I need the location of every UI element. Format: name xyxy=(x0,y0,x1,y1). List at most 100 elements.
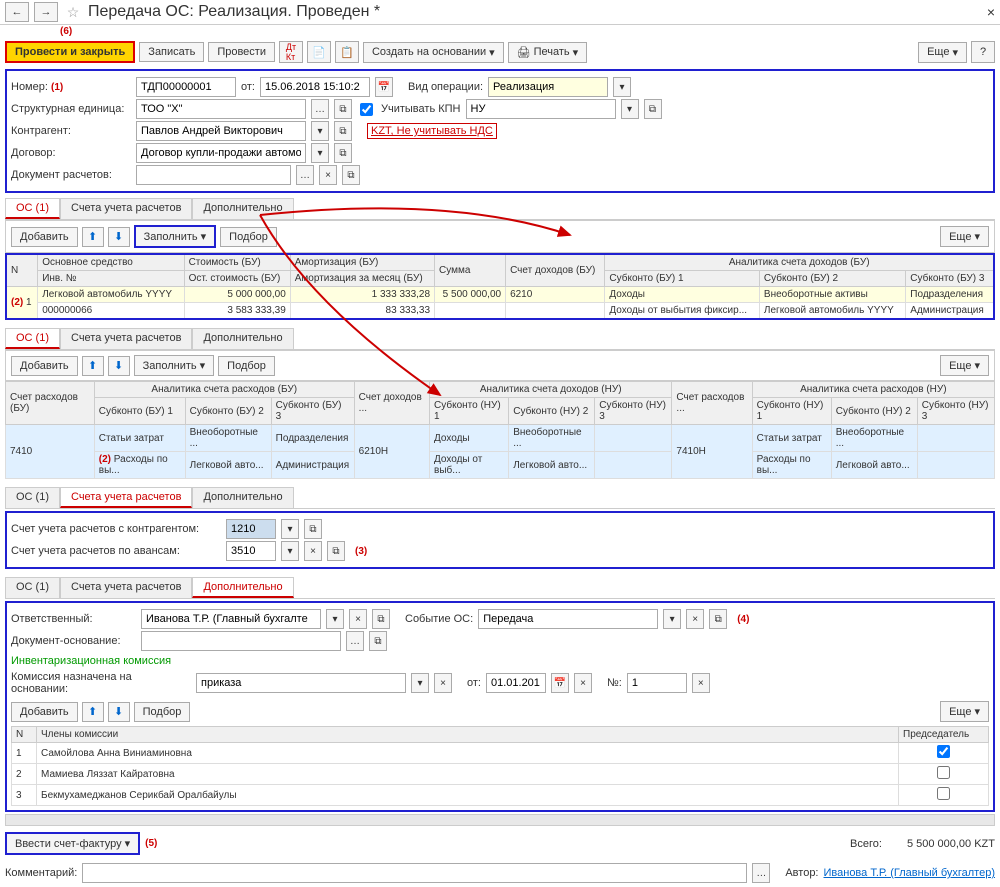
acc-contr-input[interactable] xyxy=(226,519,276,539)
chair-checkbox-3[interactable] xyxy=(937,787,950,800)
counterparty-open[interactable]: ⧉ xyxy=(334,121,352,141)
doc-base-input[interactable] xyxy=(141,631,341,651)
acc-adv-dropdown[interactable]: ▾ xyxy=(281,541,299,561)
tab-os-3[interactable]: ОС (1) xyxy=(5,487,60,508)
move-up-1[interactable]: ⬆ xyxy=(82,227,104,247)
acc-adv-input[interactable] xyxy=(226,541,276,561)
add-button-4[interactable]: Добавить xyxy=(11,702,78,722)
acc-adv-open[interactable]: ⧉ xyxy=(327,541,345,561)
chair-checkbox-2[interactable] xyxy=(937,766,950,779)
table-row[interactable]: (2) Расходы по вы...Легковой авто...Адми… xyxy=(6,452,995,479)
create-based-button[interactable]: Создать на основании ▾ xyxy=(363,42,504,63)
calendar-icon[interactable]: 📅 xyxy=(375,77,393,97)
table-row[interactable]: 3Бекмухамеджанов Серикбай Оралбайулы xyxy=(12,785,989,806)
n-clear[interactable]: × xyxy=(692,673,710,693)
tab-accounts-1[interactable]: Счета учета расчетов xyxy=(60,198,192,219)
doc-calc-open[interactable]: ⧉ xyxy=(342,165,360,185)
chair-checkbox-1[interactable] xyxy=(937,745,950,758)
comment-more[interactable]: … xyxy=(752,863,770,883)
comm-base-input[interactable] xyxy=(196,673,406,693)
resp-open[interactable]: ⧉ xyxy=(372,609,390,629)
doc-calc-clear[interactable]: × xyxy=(319,165,337,185)
comment-input[interactable] xyxy=(82,863,747,883)
number-input[interactable] xyxy=(136,77,236,97)
contract-dropdown[interactable]: ▾ xyxy=(311,143,329,163)
acc-contr-dropdown[interactable]: ▾ xyxy=(281,519,299,539)
add-button-2[interactable]: Добавить xyxy=(11,356,78,376)
nu-input[interactable] xyxy=(466,99,616,119)
table-row[interactable]: 7410 Статьи затратВнеоборотные ...Подраз… xyxy=(6,425,995,452)
tab-os-2[interactable]: ОС (1) xyxy=(5,328,60,349)
move-down-4[interactable]: ⬇ xyxy=(108,702,130,722)
help-button[interactable]: ? xyxy=(971,41,995,63)
counterparty-input[interactable] xyxy=(136,121,306,141)
move-down-1[interactable]: ⬇ xyxy=(108,227,130,247)
from-calendar-icon[interactable]: 📅 xyxy=(551,673,569,693)
event-input[interactable] xyxy=(478,609,658,629)
acc-adv-clear[interactable]: × xyxy=(304,541,322,561)
more-button-4[interactable]: Еще ▾ xyxy=(940,701,989,722)
debit-credit-icon[interactable]: ДтКт xyxy=(279,41,303,63)
pick-button-4[interactable]: Подбор xyxy=(134,702,191,722)
post-button[interactable]: Провести xyxy=(208,42,275,62)
date-input[interactable] xyxy=(260,77,370,97)
op-type-dropdown[interactable]: ▾ xyxy=(613,77,631,97)
tab-extra-2[interactable]: Дополнительно xyxy=(192,328,293,349)
resp-input[interactable] xyxy=(141,609,321,629)
table-row[interactable]: 1Самойлова Анна Виниаминовна xyxy=(12,743,989,764)
more-button-2[interactable]: Еще ▾ xyxy=(940,355,989,376)
from-date-input[interactable] xyxy=(486,673,546,693)
save-button[interactable]: Записать xyxy=(139,42,204,62)
event-dropdown[interactable]: ▾ xyxy=(663,609,681,629)
doc-icon[interactable]: 📋 xyxy=(335,41,359,63)
horizontal-scrollbar[interactable] xyxy=(5,814,995,826)
favorite-icon[interactable]: ☆ xyxy=(63,2,83,22)
tab-extra-3[interactable]: Дополнительно xyxy=(192,487,293,508)
struct-more[interactable]: … xyxy=(311,99,329,119)
table-row[interactable]: 2Мамиева Ляззат Кайратовна xyxy=(12,764,989,785)
table-row[interactable]: (2) 1 Легковой автомобиль YYYY 5 000 000… xyxy=(6,287,994,303)
tab-os-4[interactable]: ОС (1) xyxy=(5,577,60,598)
move-down-2[interactable]: ⬇ xyxy=(108,356,130,376)
resp-dropdown[interactable]: ▾ xyxy=(326,609,344,629)
contract-open[interactable]: ⧉ xyxy=(334,143,352,163)
print-button[interactable]: 🖨 Печать ▾ xyxy=(508,42,588,63)
nu-dropdown[interactable]: ▾ xyxy=(621,99,639,119)
op-type-input[interactable] xyxy=(488,77,608,97)
report-icon[interactable]: 📄 xyxy=(307,41,331,63)
more-button-1[interactable]: Еще ▾ xyxy=(940,226,989,247)
nav-forward-button[interactable]: → xyxy=(34,2,58,22)
doc-base-open[interactable]: ⧉ xyxy=(369,631,387,651)
doc-base-more[interactable]: … xyxy=(346,631,364,651)
tab-extra-4[interactable]: Дополнительно xyxy=(192,577,293,598)
tab-extra-1[interactable]: Дополнительно xyxy=(192,198,293,219)
comm-base-dropdown[interactable]: ▾ xyxy=(411,673,429,693)
struct-input[interactable] xyxy=(136,99,306,119)
pick-button-1[interactable]: Подбор xyxy=(220,227,277,247)
move-up-2[interactable]: ⬆ xyxy=(82,356,104,376)
post-and-close-button[interactable]: Провести и закрыть xyxy=(5,41,135,63)
n-input[interactable] xyxy=(627,673,687,693)
kzt-link[interactable]: KZT, Не учитывать НДС xyxy=(367,123,497,139)
event-open[interactable]: ⧉ xyxy=(709,609,727,629)
fill-button-2[interactable]: Заполнить ▾ xyxy=(134,355,215,376)
doc-calc-input[interactable] xyxy=(136,165,291,185)
nav-back-button[interactable]: ← xyxy=(5,2,29,22)
contract-input[interactable] xyxy=(136,143,306,163)
resp-clear[interactable]: × xyxy=(349,609,367,629)
struct-open[interactable]: ⧉ xyxy=(334,99,352,119)
comm-base-clear[interactable]: × xyxy=(434,673,452,693)
acc-contr-open[interactable]: ⧉ xyxy=(304,519,322,539)
table-row[interactable]: 000000066 3 583 333,39 83 333,33 Доходы … xyxy=(6,303,994,320)
kpn-checkbox[interactable] xyxy=(360,103,373,116)
tab-os-1[interactable]: ОС (1) xyxy=(5,198,60,219)
invoice-button[interactable]: Ввести счет-фактуру ▾ xyxy=(5,832,140,855)
move-up-4[interactable]: ⬆ xyxy=(82,702,104,722)
more-button[interactable]: Еще ▾ xyxy=(918,42,967,63)
pick-button-2[interactable]: Подбор xyxy=(218,356,275,376)
from-clear[interactable]: × xyxy=(574,673,592,693)
tab-accounts-4[interactable]: Счета учета расчетов xyxy=(60,577,192,598)
close-button[interactable]: × xyxy=(987,4,995,20)
author-link[interactable]: Иванова Т.Р. (Главный бухгалтер) xyxy=(824,867,996,879)
doc-calc-more[interactable]: … xyxy=(296,165,314,185)
